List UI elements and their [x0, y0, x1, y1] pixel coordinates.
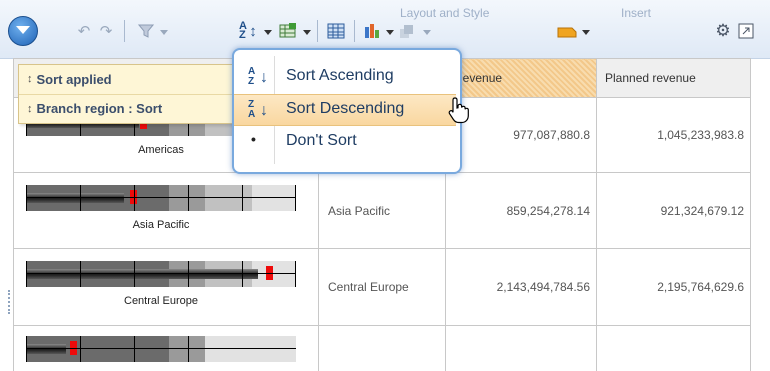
- settings-icon[interactable]: ⚙: [713, 21, 733, 41]
- tooltip-line-2: Branch region : Sort: [36, 101, 163, 116]
- drill-icon[interactable]: [396, 21, 418, 41]
- revenue-cell[interactable]: 859,254,278.14: [445, 172, 597, 249]
- bullet-label: Asia Pacific: [132, 219, 190, 231]
- planned-revenue-cell[interactable]: 2,195,764,629.6: [596, 248, 751, 326]
- bullet-bar: [26, 193, 124, 203]
- revenue-cell[interactable]: 2,143,494,784.56: [445, 248, 597, 326]
- region-cell[interactable]: Asia Pacific: [318, 172, 446, 249]
- bullet-chart-cell: Central Europe: [13, 248, 319, 326]
- sort-order-icon: ↕: [27, 102, 33, 115]
- expand-icon[interactable]: [736, 21, 756, 41]
- menu-item-label: Sort Ascending: [286, 67, 394, 84]
- chart-icon[interactable]: [361, 21, 383, 41]
- tooltip-line-1: Sort applied: [36, 71, 112, 87]
- region-cell[interactable]: [318, 325, 446, 371]
- summary-caret[interactable]: [303, 30, 311, 35]
- planned-revenue-header[interactable]: Planned revenue: [596, 58, 751, 98]
- layout-style-ghost-label: Layout and Style: [400, 6, 490, 20]
- menu-item-label: Don't Sort: [286, 132, 357, 149]
- region-cell[interactable]: Central Europe: [318, 248, 446, 326]
- down-arrow-icon: ↓: [260, 69, 268, 86]
- planned-revenue-cell[interactable]: [596, 325, 751, 371]
- bullet-chart: [26, 336, 296, 362]
- bullet-chart-cell: [13, 325, 319, 371]
- summary-icon[interactable]: [277, 21, 299, 41]
- revenue-header[interactable]: Revenue: [445, 58, 597, 98]
- bullet-bar: [26, 344, 66, 354]
- sort-arrow-icon: ↕: [249, 22, 257, 40]
- menu-item-label: Sort Descending: [286, 100, 405, 117]
- insert-ghost-label: Insert: [621, 6, 652, 20]
- planned-revenue-cell[interactable]: 1,045,233,983.8: [596, 97, 751, 173]
- sort-dropdown-menu: A Z ↓ Sort Ascending Z A ↓ Sort Descending •…: [232, 48, 462, 174]
- revenue-cell[interactable]: [445, 325, 597, 371]
- sort-descending-icon: Z A ↓: [248, 99, 268, 120]
- drill-caret[interactable]: [423, 30, 431, 35]
- table-row: Central Europe Central Europe 2,143,494,…: [13, 248, 751, 326]
- toolbar-separator: [124, 20, 125, 42]
- bullet-bar: [26, 269, 258, 279]
- bullet-icon: •: [251, 131, 256, 147]
- app-menu-button[interactable]: [8, 16, 38, 46]
- filter-icon[interactable]: [135, 21, 157, 41]
- toolbar-separator: [354, 20, 355, 42]
- sort-ascending-icon: A Z ↓: [248, 66, 268, 87]
- hand-cursor-icon: [447, 96, 471, 129]
- bullet-chart: [26, 185, 296, 211]
- menu-item-sort-descending[interactable]: Z A ↓ Sort Descending: [234, 94, 456, 126]
- chevron-down-icon: [16, 26, 30, 34]
- redo-icon[interactable]: ↷: [95, 21, 117, 41]
- bullet-chart: [26, 261, 296, 287]
- sort-caret[interactable]: [264, 30, 272, 35]
- filter-caret[interactable]: [160, 30, 168, 35]
- sort-applied-icon: ↕: [27, 73, 33, 85]
- menu-item-sort-ascending[interactable]: A Z ↓ Sort Ascending: [234, 62, 456, 92]
- bullet-chart-cell: Asia Pacific: [13, 172, 319, 249]
- sort-tooltip: ↕ Sort applied ↕ Branch region : Sort: [18, 64, 262, 124]
- table-row: [13, 325, 751, 371]
- style-caret[interactable]: [582, 30, 590, 35]
- bullet-label: Central Europe: [124, 295, 198, 307]
- menu-item-dont-sort[interactable]: • Don't Sort: [234, 127, 456, 157]
- down-arrow-icon: ↓: [260, 102, 268, 119]
- style-icon[interactable]: [556, 21, 578, 41]
- table-row: Asia Pacific Asia Pacific 859,254,278.14…: [13, 172, 751, 249]
- undo-icon[interactable]: ↶: [73, 21, 95, 41]
- grid-icon[interactable]: [325, 21, 347, 41]
- planned-revenue-cell[interactable]: 921,324,679.12: [596, 172, 751, 249]
- toolbar-separator: [317, 20, 318, 42]
- chart-caret[interactable]: [386, 30, 394, 35]
